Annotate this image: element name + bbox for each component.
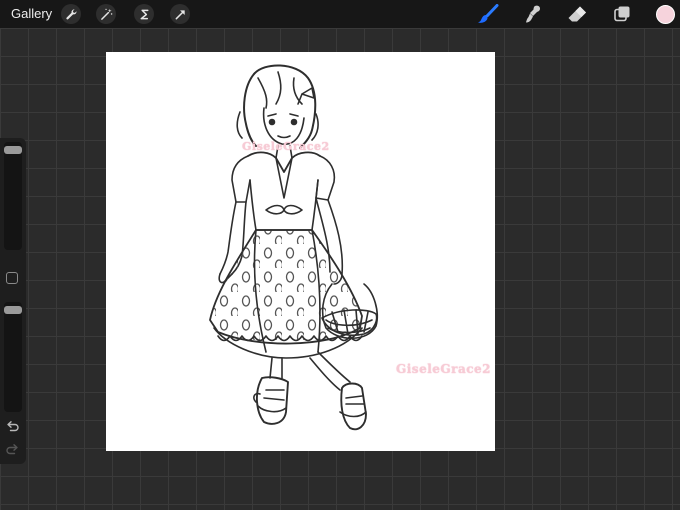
magic-wand-icon (100, 8, 112, 20)
transform-button[interactable] (170, 4, 190, 24)
brush-icon[interactable] (477, 4, 499, 24)
sketch-artwork (209, 64, 379, 431)
modify-square-icon[interactable] (6, 272, 18, 284)
undo-icon[interactable] (5, 420, 20, 434)
opacity-slider[interactable] (4, 302, 22, 412)
brush-size-slider[interactable] (4, 142, 22, 250)
opacity-thumb[interactable] (4, 306, 22, 314)
selection-icon (140, 9, 148, 19)
gallery-button[interactable]: Gallery (11, 6, 52, 21)
adjustments-button[interactable] (96, 4, 116, 24)
top-toolbar: Gallery (0, 0, 680, 28)
smudge-icon[interactable] (522, 4, 544, 24)
drawing-canvas[interactable]: GiseleGrace2 GiseleGrace2 (106, 52, 495, 451)
watermark-text-2: GiseleGrace2 (396, 362, 492, 376)
side-toolbar (0, 138, 26, 464)
wrench-icon (65, 8, 77, 19)
redo-icon[interactable] (5, 443, 20, 457)
watermark-text-1: GiseleGrace2 (242, 140, 330, 153)
layers-icon[interactable] (611, 4, 633, 24)
brush-size-thumb[interactable] (4, 146, 22, 154)
transform-arrow-icon (175, 9, 185, 19)
color-picker-button[interactable] (656, 5, 675, 24)
actions-button[interactable] (61, 4, 81, 24)
selection-button[interactable] (134, 4, 154, 24)
eraser-icon[interactable] (566, 4, 588, 24)
